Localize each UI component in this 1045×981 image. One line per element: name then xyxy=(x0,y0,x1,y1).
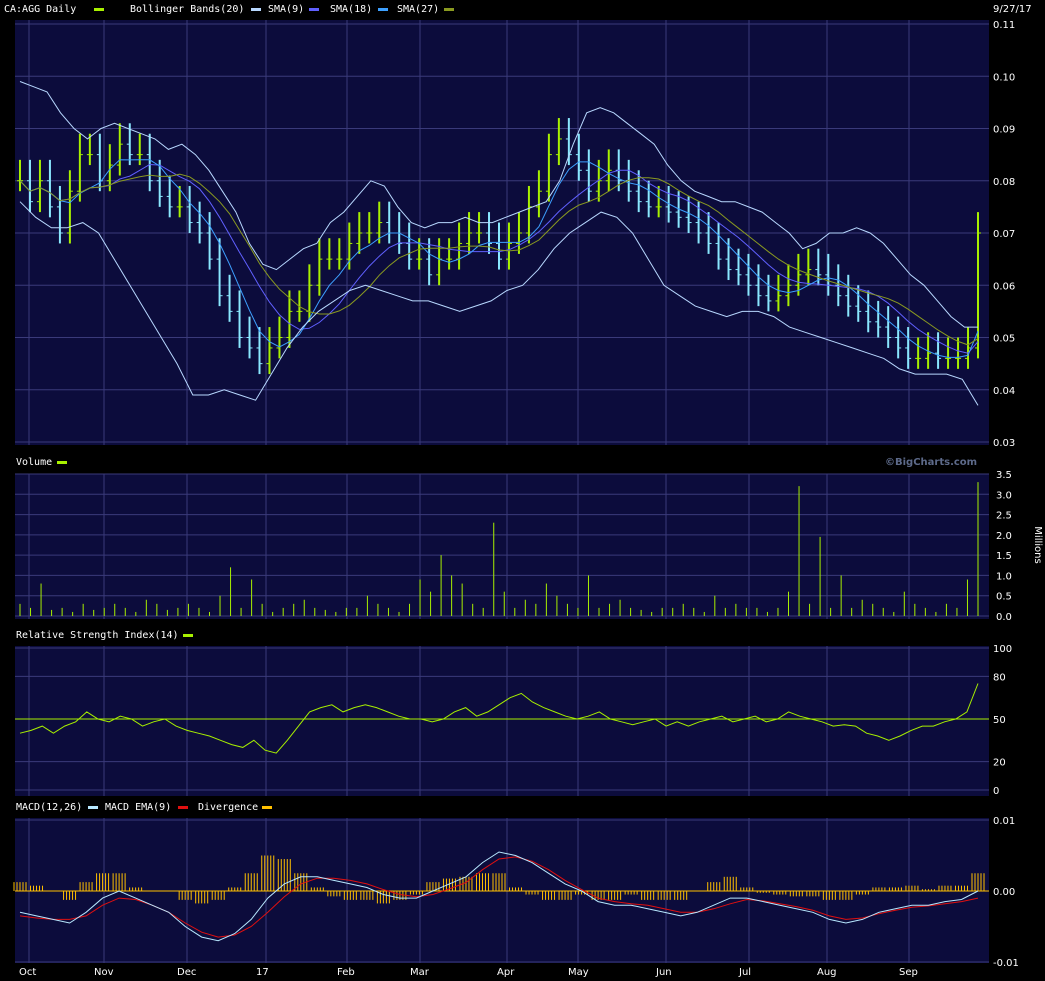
rsi-title: Relative Strength Index(14) xyxy=(16,630,179,641)
macd-title-swatch xyxy=(88,806,98,809)
volume-tick-label: 2.0 xyxy=(996,531,1012,542)
rsi-tick-label: 50 xyxy=(993,715,1006,726)
legend-sma18-swatch xyxy=(378,8,388,11)
legend-bollinger-swatch xyxy=(251,8,261,11)
x-tick-label: 17 xyxy=(256,967,269,978)
legend-sma27: SMA(27) xyxy=(397,4,439,15)
macd-title: MACD(12,26) xyxy=(16,802,82,813)
legend-sma9: SMA(9) xyxy=(268,4,304,15)
rsi-tick-label: 0 xyxy=(993,786,999,797)
price-tick-label: 0.08 xyxy=(993,177,1015,188)
volume-tick-label: 1.0 xyxy=(996,571,1012,582)
rsi-title-swatch xyxy=(183,634,193,637)
divergence-title-swatch xyxy=(262,806,272,809)
volume-tick-label: 3.5 xyxy=(996,470,1012,481)
x-tick-label: Jun xyxy=(655,967,672,978)
rsi-tick-label: 20 xyxy=(993,758,1006,769)
stock-chart: CA:AGG Daily Bollinger Bands(20) SMA(9) … xyxy=(4,4,1043,978)
price-tick-label: 0.07 xyxy=(993,229,1015,240)
volume-unit: Millions xyxy=(1032,526,1043,563)
chart-stage: CA:AGG Daily Bollinger Bands(20) SMA(9) … xyxy=(0,0,1045,981)
macd-tick-label: 0.00 xyxy=(993,887,1015,898)
volume-panel xyxy=(15,474,989,619)
volume-tick-label: 2.5 xyxy=(996,511,1012,522)
x-tick-label: Aug xyxy=(817,967,837,978)
rsi-tick-label: 100 xyxy=(993,644,1012,655)
price-tick-label: 0.09 xyxy=(993,125,1015,136)
legend-sma27-swatch xyxy=(444,8,454,11)
price-tick-label: 0.03 xyxy=(993,438,1015,449)
price-tick-label: 0.11 xyxy=(993,20,1015,31)
price-legend: CA:AGG Daily Bollinger Bands(20) SMA(9) … xyxy=(4,4,1032,15)
volume-tick-label: 3.0 xyxy=(996,490,1012,501)
legend-sma18: SMA(18) xyxy=(330,4,372,15)
legend-bollinger: Bollinger Bands(20) xyxy=(130,4,244,15)
divergence-title: Divergence xyxy=(198,802,258,813)
x-tick-label: Feb xyxy=(337,967,355,978)
macd-tick-label: -0.01 xyxy=(993,958,1019,969)
price-tick-label: 0.04 xyxy=(993,386,1015,397)
x-tick-label: Apr xyxy=(497,967,515,978)
macd-tick-label: 0.01 xyxy=(993,816,1015,827)
price-tick-label: 0.05 xyxy=(993,334,1015,345)
x-tick-label: Jul xyxy=(738,967,751,978)
x-tick-label: May xyxy=(568,967,589,978)
price-tick-label: 0.06 xyxy=(993,281,1015,292)
rsi-panel xyxy=(15,646,989,796)
price-tick-label: 0.10 xyxy=(993,72,1015,83)
volume-title: Volume xyxy=(16,457,52,468)
x-tick-label: Nov xyxy=(94,967,114,978)
legend-symbol: CA:AGG Daily xyxy=(4,4,76,15)
macd-ema-title-swatch xyxy=(178,806,188,809)
x-tick-label: Dec xyxy=(177,967,196,978)
chart-date: 9/27/17 xyxy=(993,4,1032,15)
x-tick-label: Oct xyxy=(19,967,36,978)
volume-tick-label: 0.0 xyxy=(996,612,1012,623)
x-tick-label: Mar xyxy=(410,967,430,978)
volume-tick-label: 1.5 xyxy=(996,551,1012,562)
legend-symbol-swatch xyxy=(94,8,104,11)
volume-tick-label: 0.5 xyxy=(996,592,1012,603)
macd-ema-title: MACD EMA(9) xyxy=(105,802,171,813)
x-tick-label: Sep xyxy=(899,967,918,978)
rsi-tick-label: 80 xyxy=(993,672,1006,683)
watermark: ©BigCharts.com xyxy=(885,457,977,468)
legend-sma9-swatch xyxy=(309,8,319,11)
volume-title-swatch xyxy=(57,461,67,464)
